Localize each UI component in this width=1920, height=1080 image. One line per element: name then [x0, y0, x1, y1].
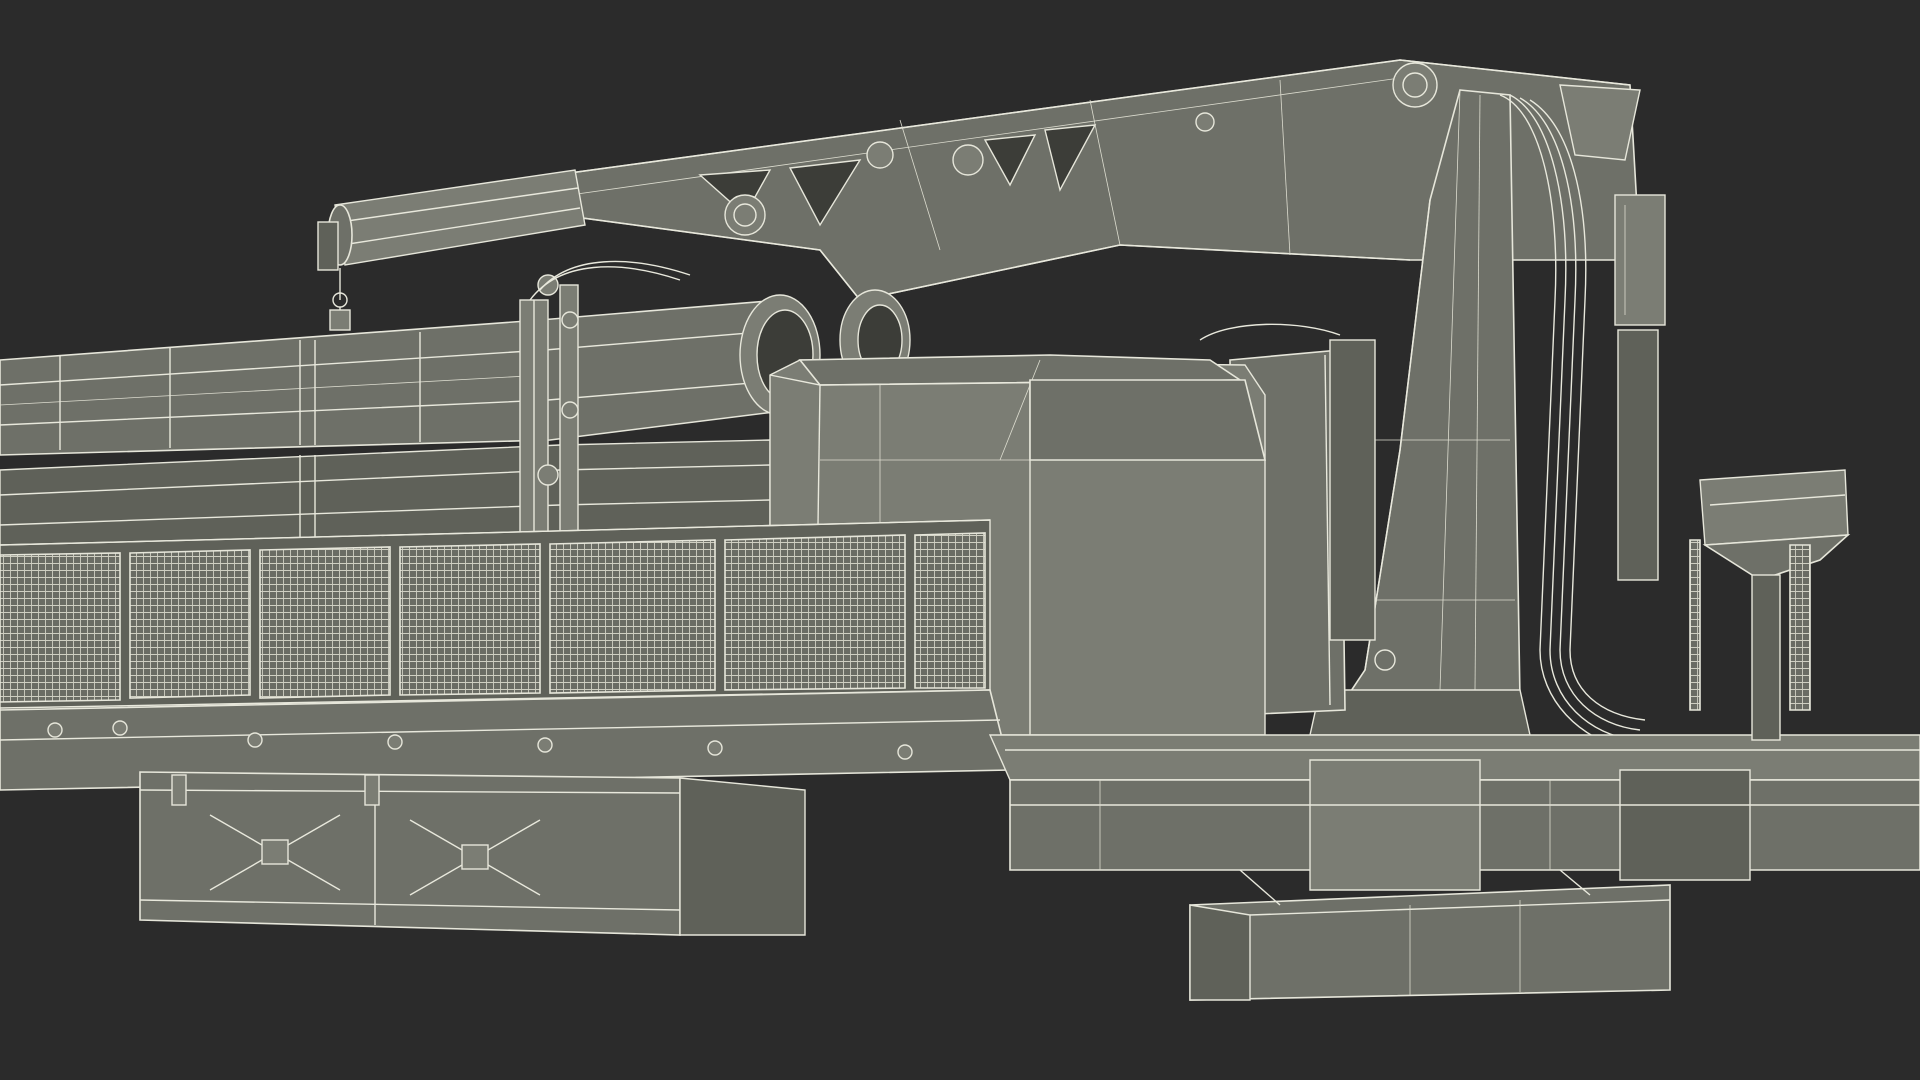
render-viewport: [0, 0, 1920, 1080]
vehicle-wireframe-render: [0, 0, 1920, 1080]
storage-box: [139, 771, 806, 936]
